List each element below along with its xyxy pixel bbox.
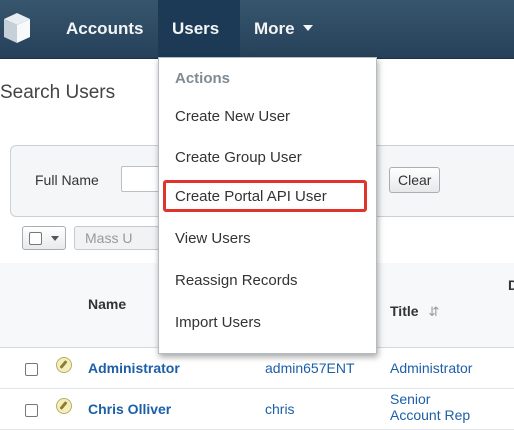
select-all-dropdown[interactable] <box>22 226 66 250</box>
column-header-name[interactable]: Name <box>88 296 126 312</box>
chevron-down-icon <box>51 236 59 241</box>
page-title: Search Users <box>0 82 116 103</box>
user-title: Administrator <box>390 360 473 376</box>
menu-heading: Actions <box>175 70 231 87</box>
menu-item-create-new-user[interactable]: Create New User <box>175 108 290 125</box>
sort-icon[interactable]: ⇵ <box>429 304 440 320</box>
row-checkbox[interactable] <box>25 363 38 376</box>
column-header-title[interactable]: Title ⇵ <box>390 303 439 320</box>
pencil-edit-icon[interactable] <box>56 398 72 414</box>
menu-item-reassign-records[interactable]: Reassign Records <box>175 272 298 289</box>
chevron-down-icon <box>302 24 313 31</box>
table-row: Chris Olliver chris Senior Account Rep <box>0 389 514 430</box>
table-row: Administrator admin657ENT Administrator <box>0 348 514 389</box>
select-all-checkbox[interactable] <box>29 232 42 245</box>
top-navigation: Accounts Users More <box>0 0 514 59</box>
user-title-line1: Senior <box>390 391 431 407</box>
clear-button[interactable]: Clear <box>389 167 441 193</box>
nav-users[interactable]: Users <box>158 0 240 58</box>
full-name-label: Full Name <box>35 172 99 188</box>
pencil-edit-icon[interactable] <box>56 357 72 373</box>
column-header-partial[interactable]: D <box>508 277 514 293</box>
row-checkbox[interactable] <box>25 404 38 417</box>
nav-more[interactable]: More <box>240 0 327 58</box>
column-header-title-label: Title <box>390 303 419 319</box>
nav-more-label: More <box>254 19 295 38</box>
sugar-cube-logo-icon[interactable] <box>2 11 32 45</box>
user-title: Senior Account Rep <box>390 391 470 423</box>
nav-accounts[interactable]: Accounts <box>52 0 157 58</box>
user-name-link[interactable]: Administrator <box>88 360 180 376</box>
user-username-link[interactable]: chris <box>265 401 295 417</box>
menu-item-create-group-user[interactable]: Create Group User <box>175 149 302 166</box>
user-name-link[interactable]: Chris Olliver <box>88 401 171 417</box>
menu-item-view-users[interactable]: View Users <box>175 230 251 247</box>
menu-item-import-users[interactable]: Import Users <box>175 314 261 331</box>
users-actions-menu: Actions Create New User Create Group Use… <box>158 57 377 354</box>
menu-item-create-portal-api-user[interactable]: Create Portal API User <box>175 188 327 205</box>
user-title-line2: Account Rep <box>390 407 471 423</box>
user-username-link[interactable]: admin657ENT <box>265 360 355 376</box>
